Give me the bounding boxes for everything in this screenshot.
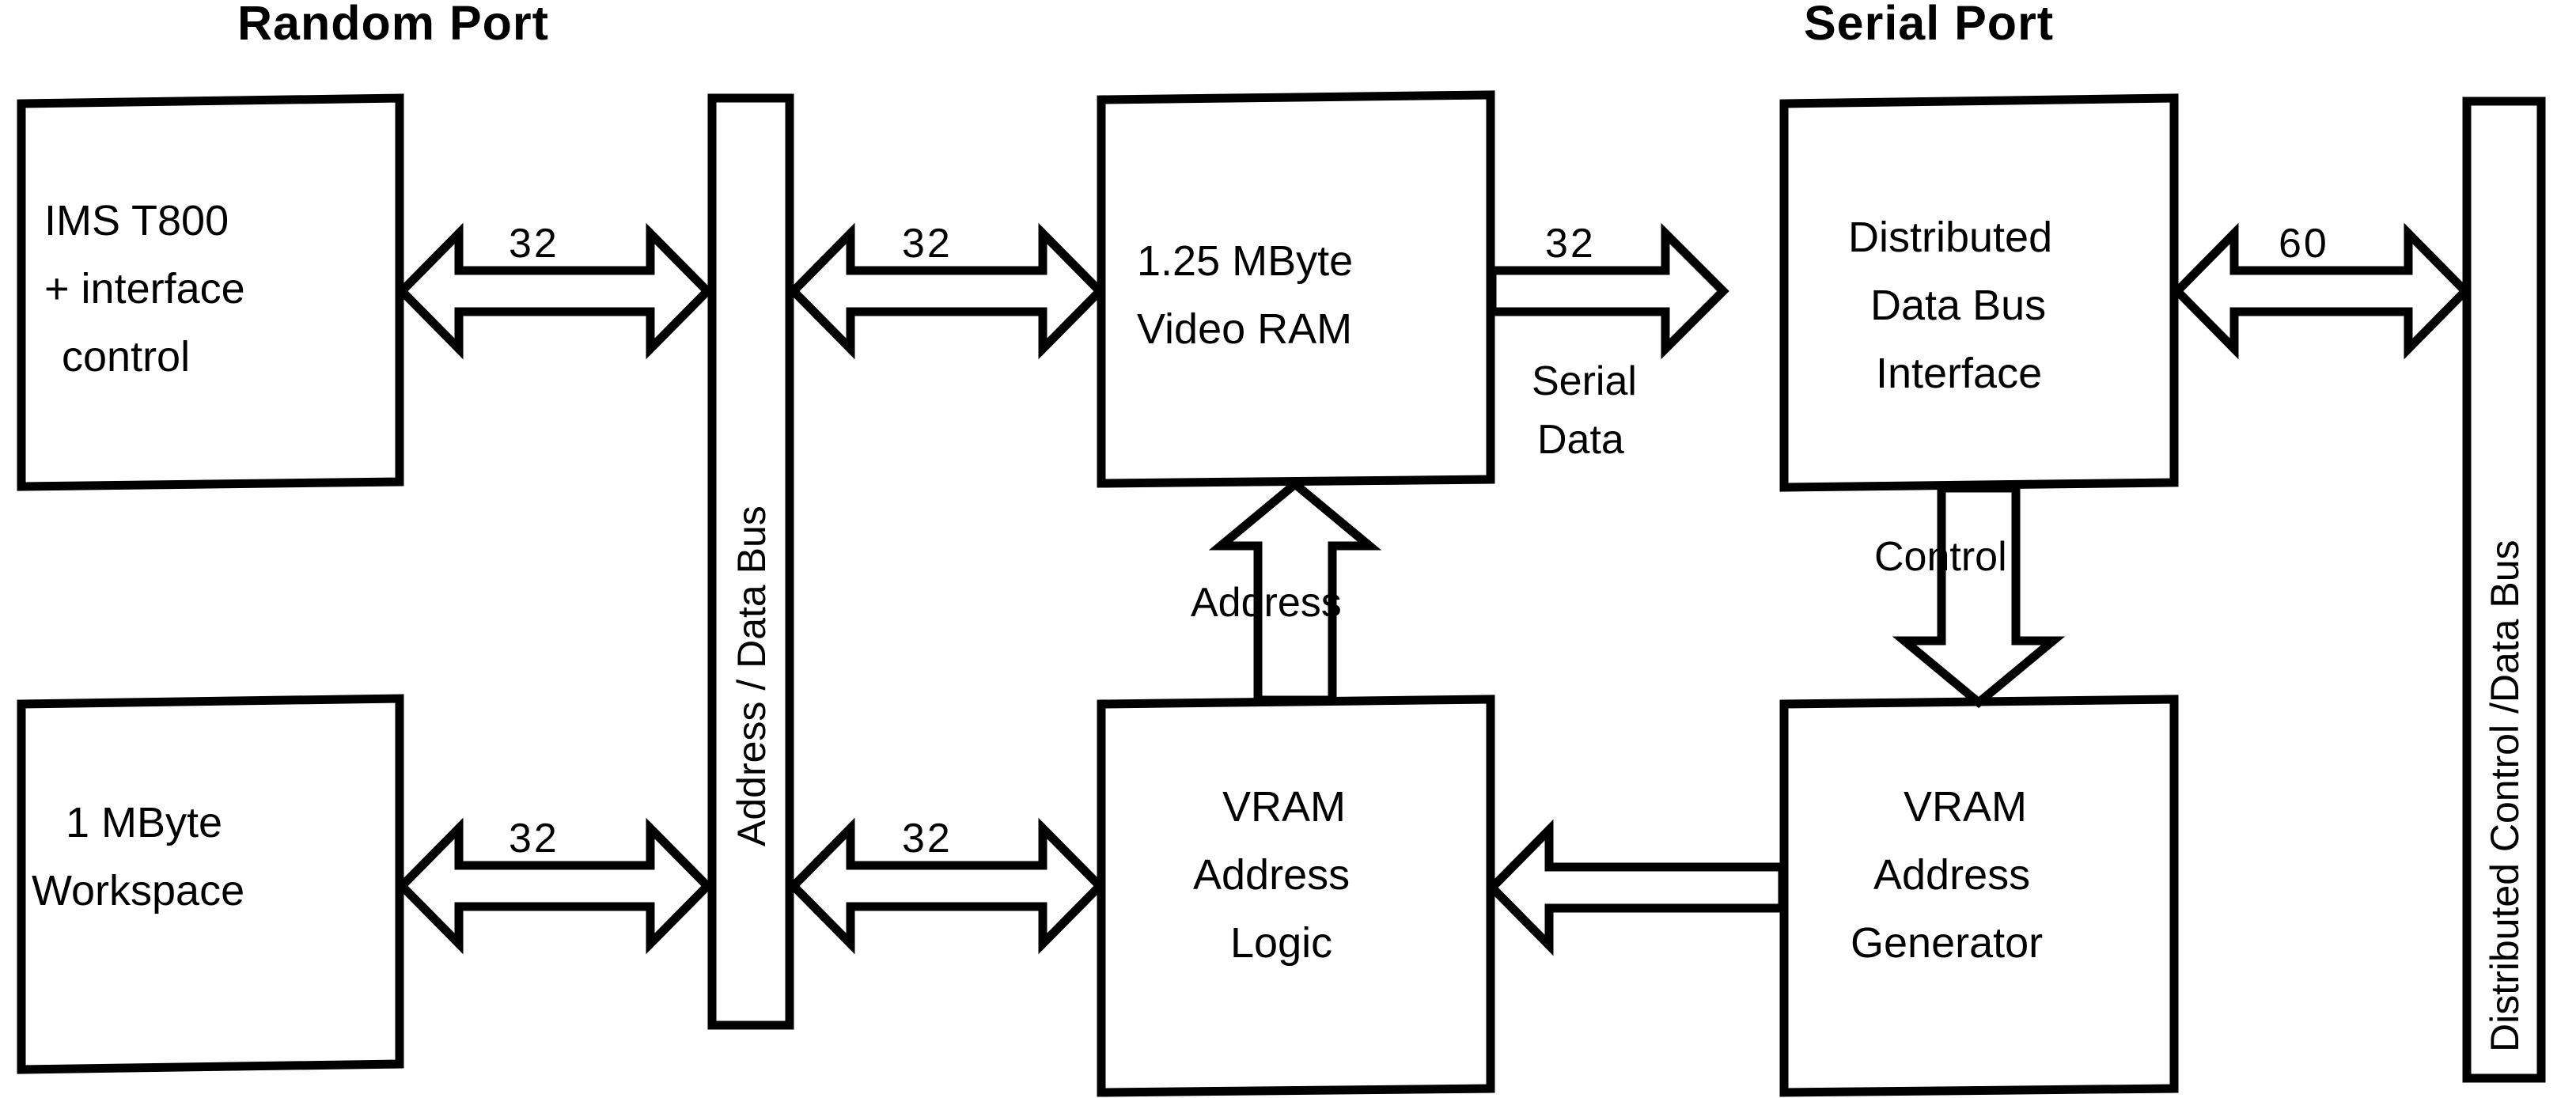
connector-workspace-to-bus-label: 32 (509, 816, 559, 861)
connector-vag-to-val[interactable] (1486, 819, 1787, 956)
connector-vag-to-val-arrow (1486, 819, 1787, 956)
connector-bus-to-video-ram-label: 32 (902, 221, 953, 267)
bus-address-data-bus-label: Address / Data Bus (729, 505, 774, 846)
connector-ddbi-to-dcdb-label: 60 (2279, 221, 2329, 267)
connector-bus-to-video-ram[interactable]: 32 (787, 221, 1106, 360)
connector-video-ram-to-ddbi[interactable]: 32 Serial Data (1487, 221, 1729, 463)
block-ims-t800-line-2: + interface (44, 265, 245, 312)
title-random-port: Random Port (237, 0, 549, 50)
block-workspace[interactable]: 1 MByte Workspace (17, 694, 404, 1074)
connector-bus-to-vram-address-logic[interactable]: 32 (787, 816, 1106, 955)
connector-t800-to-bus[interactable]: 32 (396, 221, 714, 360)
serial-data-label-line-1: Serial (1532, 358, 1637, 404)
block-vag-line-3: Generator (1851, 919, 2043, 967)
connector-t800-to-bus-label: 32 (509, 221, 559, 267)
block-video-ram-line-2: Video RAM (1137, 305, 1352, 353)
connector-control-down[interactable]: Control (1874, 483, 2066, 709)
block-video-ram[interactable]: 1.25 MByte Video RAM (1097, 90, 1495, 488)
block-ims-t800-line-3: control (62, 333, 190, 381)
connector-workspace-to-bus[interactable]: 32 (396, 816, 714, 955)
block-ims-t800-line-1: IMS T800 (44, 197, 229, 244)
serial-data-label-line-2: Data (1537, 417, 1624, 463)
block-diagram-canvas: Random Port Serial Port IMS T800 + inter… (0, 0, 2576, 1098)
connector-video-ram-to-ddbi-label: 32 (1545, 221, 1596, 267)
block-vram-address-logic-line-2: Address (1193, 851, 1350, 899)
connector-address-label: Address (1191, 580, 1342, 626)
title-serial-port: Serial Port (1804, 0, 2054, 50)
connector-control-label: Control (1874, 534, 2007, 580)
connector-ddbi-to-dcdb[interactable]: 60 (2171, 221, 2472, 360)
bus-distributed-control-data-bus[interactable]: Distributed Control /Data Bus (2462, 97, 2546, 1083)
bus-address-data-bus[interactable]: Address / Data Bus (707, 93, 794, 1030)
block-vram-address-logic[interactable]: VRAM Address Logic (1097, 695, 1495, 1097)
block-ddbi-line-2: Data Bus (1870, 282, 2046, 329)
block-vag-line-1: VRAM (1904, 783, 2027, 831)
connector-video-ram-to-ddbi-arrow (1487, 222, 1729, 360)
block-vram-address-logic-line-3: Logic (1230, 919, 1332, 967)
block-workspace-line-1: 1 MByte (66, 799, 222, 846)
block-ddbi-line-3: Interface (1876, 350, 2042, 397)
block-video-ram-line-1: 1.25 MByte (1137, 237, 1353, 285)
block-diagram: Random Port Serial Port IMS T800 + inter… (17, 0, 2546, 1097)
bus-distributed-control-data-bus-label: Distributed Control /Data Bus (2483, 540, 2527, 1052)
block-workspace-line-2: Workspace (32, 867, 244, 914)
block-distributed-data-bus-interface[interactable]: Distributed Data Bus Interface (1779, 93, 2179, 492)
block-ddbi-line-1: Distributed (1848, 214, 2052, 261)
connector-bus-to-val-label: 32 (902, 816, 953, 861)
block-vram-address-generator[interactable]: VRAM Address Generator (1779, 695, 2179, 1097)
block-vag-line-2: Address (1873, 851, 2030, 899)
block-video-ram-outline (1097, 90, 1495, 488)
block-vram-address-logic-line-1: VRAM (1222, 783, 1346, 831)
block-ims-t800[interactable]: IMS T800 + interface control (17, 93, 404, 491)
connector-address-up[interactable]: Address (1191, 478, 1382, 705)
